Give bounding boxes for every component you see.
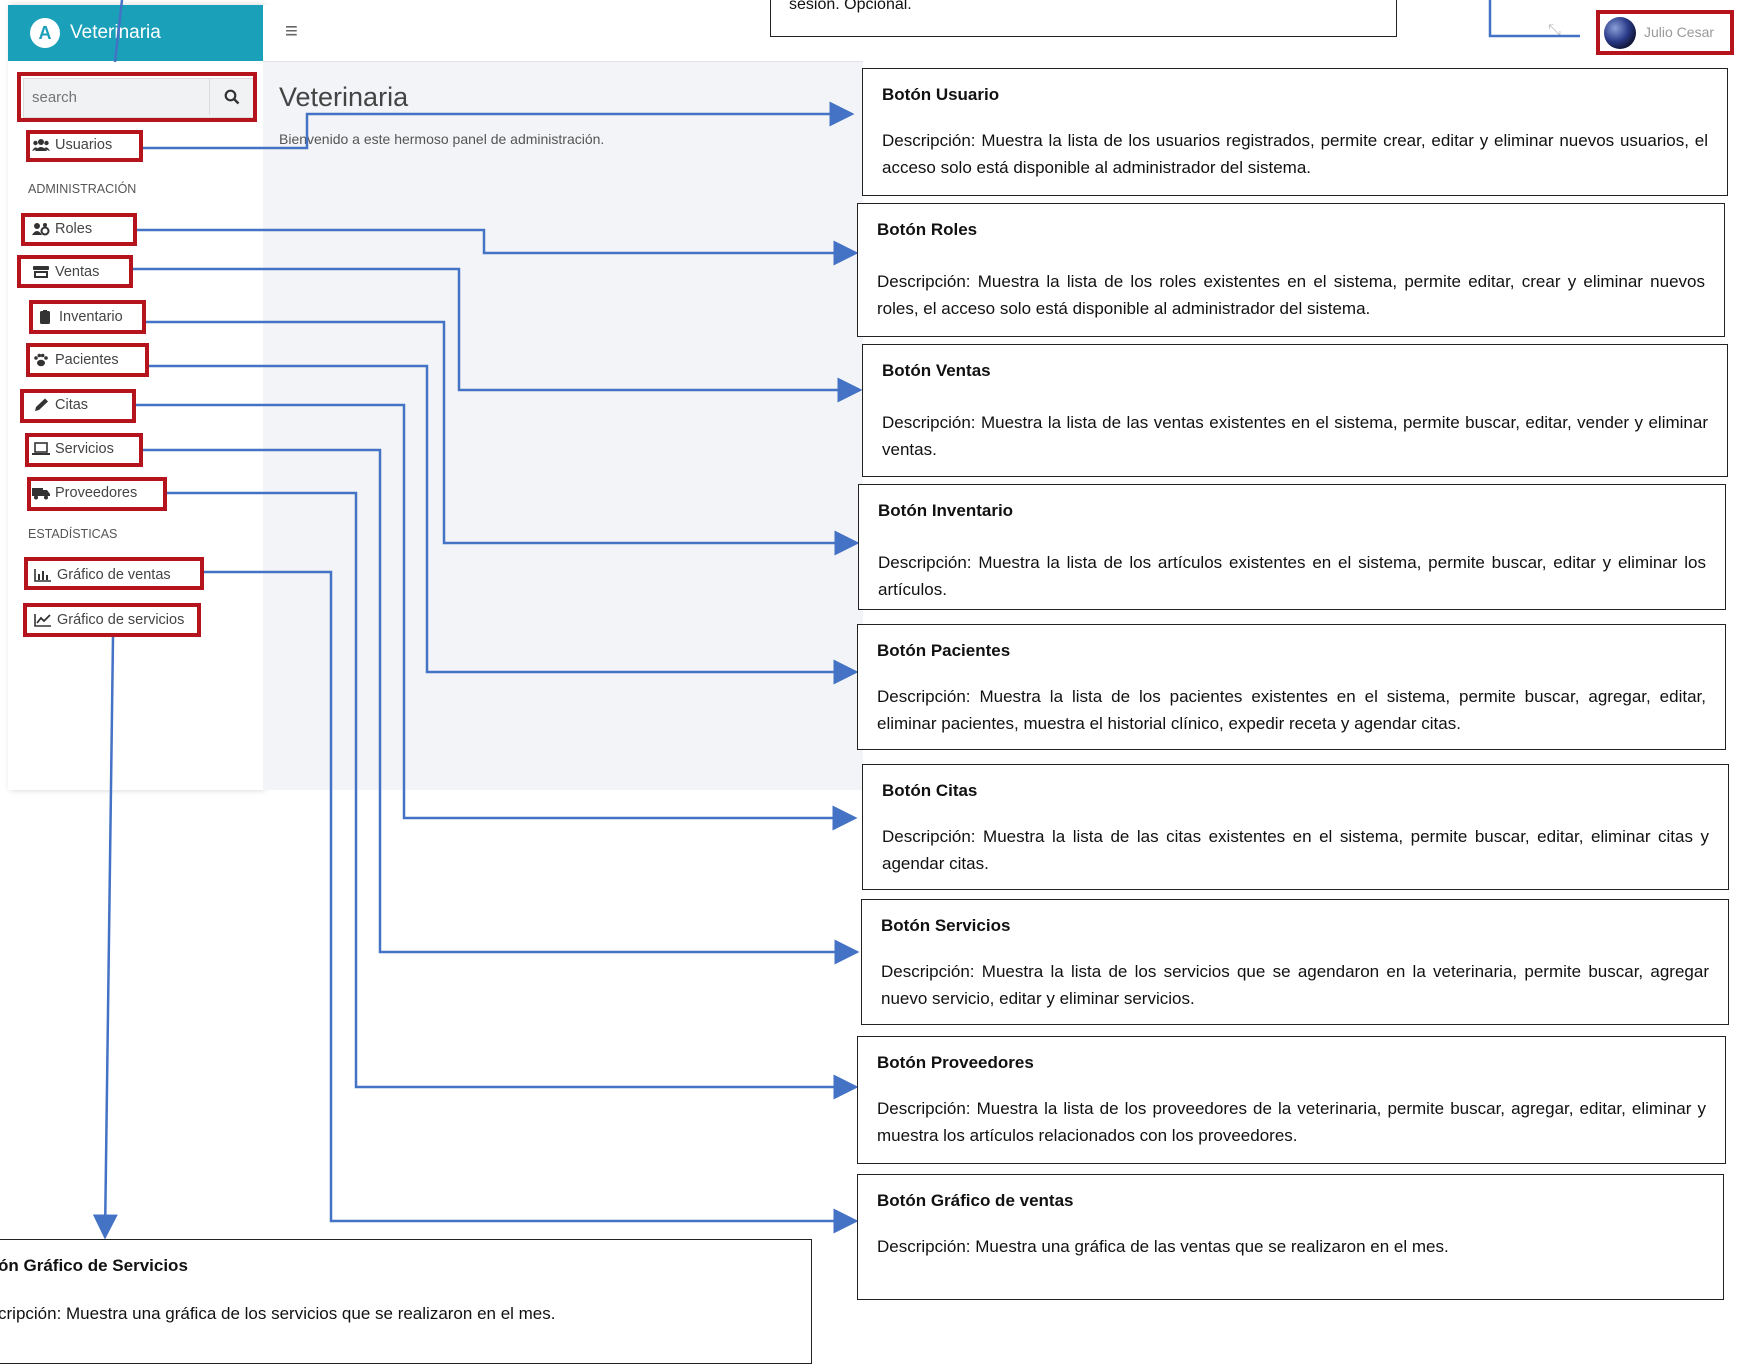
desc-pacientes-text: Descripción: Muestra la lista de los pac… — [877, 687, 1706, 733]
desc-proveedores-text: Descripción: Muestra la lista de los pro… — [877, 1099, 1706, 1145]
arrow-top-right — [1488, 0, 1580, 38]
desc-grafico-servicios: ón Gráfico de Servicios cripción: Muestr… — [0, 1239, 812, 1364]
arrow-inventario — [146, 320, 860, 556]
desc-roles-title: Botón Roles — [877, 220, 978, 239]
desc-ventas-title: Botón Ventas — [882, 361, 991, 380]
desc-inventario-title: Botón Inventario — [878, 501, 1014, 520]
desc-ventas: Botón Ventas Descripción: Muestra la lis… — [862, 344, 1728, 477]
desc-grafico-ventas-title: Botón Gráfico de ventas — [877, 1191, 1074, 1210]
desc-pacientes: Botón Pacientes Descripción: Muestra la … — [857, 624, 1726, 750]
desc-inventario: Botón Inventario Descripción: Muestra la… — [858, 484, 1726, 610]
desc-proveedores: Botón Proveedores Descripción: Muestra l… — [857, 1036, 1726, 1164]
arrow-grafico-servicios — [92, 636, 118, 1240]
desc-roles-text: Descripción: Muestra la lista de los rol… — [877, 272, 1705, 318]
arrow-ventas — [133, 267, 863, 403]
desc-ventas-text: Descripción: Muestra la lista de las ven… — [882, 413, 1708, 459]
desc-usuario-text: Descripción: Muestra la lista de los usu… — [882, 131, 1708, 177]
desc-citas: Botón Citas Descripción: Muestra la list… — [862, 764, 1729, 890]
desc-usuario: Botón Usuario Descripción: Muestra la li… — [862, 68, 1728, 196]
desc-servicios-title: Botón Servicios — [881, 916, 1011, 935]
desc-roles: Botón Roles Descripción: Muestra la list… — [857, 203, 1725, 337]
desc-servicios-text: Descripción: Muestra la lista de los ser… — [881, 962, 1709, 1008]
arrow-grafico-ventas — [204, 570, 859, 1234]
arrow-servicios — [143, 448, 860, 965]
arrow-top-left — [113, 0, 124, 63]
desc-grafico-servicios-title: ón Gráfico de Servicios — [0, 1256, 188, 1275]
arrow-proveedores — [167, 491, 859, 1100]
desc-inventario-text: Descripción: Muestra la lista de los art… — [878, 553, 1706, 599]
arrow-roles — [137, 228, 859, 266]
desc-grafico-servicios-text: cripción: Muestra una gráfica de los ser… — [0, 1304, 556, 1323]
desc-pacientes-title: Botón Pacientes — [877, 641, 1011, 660]
desc-proveedores-title: Botón Proveedores — [877, 1053, 1034, 1072]
desc-citas-title: Botón Citas — [882, 781, 978, 800]
arrow-pacientes — [149, 364, 859, 685]
desc-citas-text: Descripción: Muestra la lista de las cit… — [882, 827, 1709, 873]
arrow-citas — [136, 403, 858, 831]
desc-grafico-ventas-text: Descripción: Muestra una gráfica de las … — [877, 1237, 1449, 1256]
desc-usuario-title: Botón Usuario — [882, 85, 1000, 104]
desc-servicios: Botón Servicios Descripción: Muestra la … — [861, 899, 1729, 1025]
desc-grafico-ventas: Botón Gráfico de ventas Descripción: Mue… — [857, 1174, 1724, 1300]
arrow-usuario — [143, 101, 855, 150]
